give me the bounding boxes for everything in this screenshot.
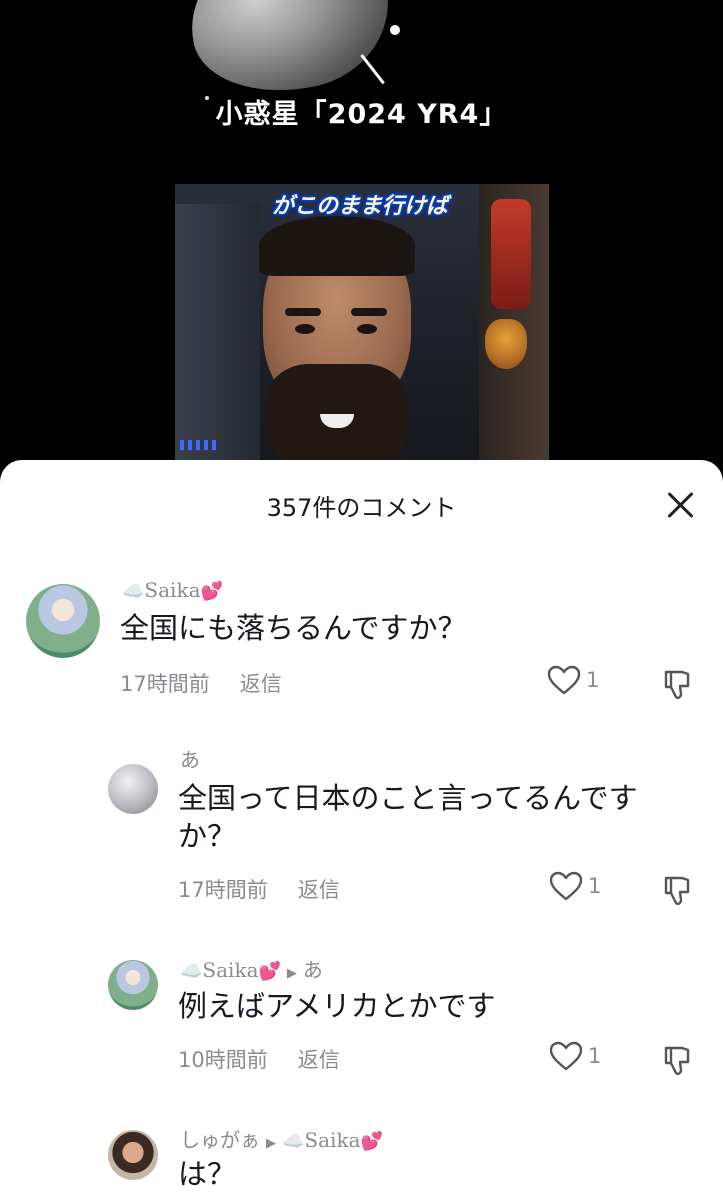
eyebrow — [351, 308, 387, 316]
like-button[interactable]: 1 — [548, 1040, 601, 1072]
comment-meta: 17時間前 返信 — [178, 874, 340, 904]
cloud-emoji: ☁️ — [180, 961, 203, 982]
avatar[interactable] — [108, 764, 158, 814]
background-shelf — [175, 204, 260, 480]
dislike-icon[interactable] — [660, 874, 694, 908]
reply-arrow-icon: ▶ — [266, 1136, 276, 1151]
reply-button[interactable]: 返信 — [240, 672, 282, 696]
dislike-icon[interactable] — [660, 668, 694, 702]
avatar[interactable] — [108, 960, 158, 1010]
comment-meta: 10時間前 返信 — [178, 1044, 340, 1074]
like-count: 1 — [588, 1044, 602, 1068]
video-player[interactable]: 小惑星「2024 YR4」 がこのまま行けば — [0, 0, 723, 480]
avatar[interactable] — [108, 1130, 158, 1180]
heart-outline-icon — [549, 1041, 583, 1071]
comment-username[interactable]: しゅがぁ ▶ ☁️Saika💕 — [180, 1124, 383, 1153]
helmet-toy — [485, 319, 527, 369]
person-hair — [259, 216, 415, 276]
like-count: 1 — [586, 668, 600, 692]
comment-username[interactable]: あ — [180, 744, 200, 773]
reply-button[interactable]: 返信 — [298, 878, 340, 902]
comment-time: 17時間前 — [120, 672, 210, 696]
video-frame — [175, 184, 549, 480]
comment-text: 全国にも落ちるんですか？ — [120, 611, 467, 645]
avatar[interactable] — [26, 584, 100, 658]
figure-toy — [491, 199, 531, 309]
comment-text-line: か？ — [178, 819, 237, 853]
heart-outline-icon — [547, 665, 581, 695]
comment-text: 例えばアメリカとかです — [178, 989, 496, 1023]
reply-arrow-icon: ▶ — [286, 966, 297, 981]
close-icon[interactable] — [665, 490, 695, 520]
star-dot — [390, 25, 400, 35]
cloud-emoji: ☁️ — [282, 1131, 305, 1152]
comment-username[interactable]: ☁️Saika💕 — [122, 578, 223, 602]
comment-text-line: 全国って日本のこと言ってるんです — [178, 781, 638, 815]
reply-to-username: Saika — [304, 1128, 361, 1152]
pink-hearts-emoji: 💕 — [258, 961, 281, 982]
comment-time: 10時間前 — [178, 1048, 268, 1072]
cloud-emoji: ☁️ — [122, 581, 145, 602]
eye — [357, 324, 377, 334]
like-button[interactable]: 1 — [546, 664, 599, 696]
like-button[interactable]: 1 — [548, 870, 601, 902]
eyebrow — [285, 308, 321, 316]
dislike-icon[interactable] — [660, 1044, 694, 1078]
like-count: 1 — [588, 874, 602, 898]
eye — [295, 324, 315, 334]
video-caption: がこのまま行けば — [272, 194, 449, 219]
pointer-line — [360, 54, 385, 85]
comments-sheet: 357件のコメント ☁️Saika💕 全国にも落ちるんですか？ 17時間前 返信 … — [0, 460, 723, 1200]
comments-count-title: 357件のコメント — [266, 494, 457, 522]
comment-username[interactable]: ☁️Saika💕 ▶ あ — [180, 954, 323, 983]
heart-outline-icon — [549, 871, 583, 901]
comment-meta: 17時間前 返信 — [120, 668, 282, 698]
pink-hearts-emoji: 💕 — [200, 581, 223, 602]
reply-button[interactable]: 返信 — [298, 1048, 340, 1072]
comment-time: 17時間前 — [178, 878, 268, 902]
pink-hearts-emoji: 💕 — [360, 1131, 383, 1152]
led-lights — [180, 440, 220, 450]
video-title: 小惑星「2024 YR4」 — [215, 99, 508, 130]
comment-text: は？ — [178, 1157, 237, 1191]
reply-to-username: あ — [302, 958, 323, 982]
